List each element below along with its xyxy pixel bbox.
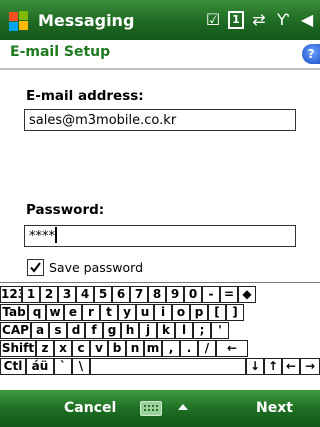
key[interactable]: c (72, 340, 90, 357)
key[interactable]: i (154, 304, 172, 321)
key[interactable]: d (67, 322, 85, 339)
key[interactable]: w (46, 304, 64, 321)
key[interactable]: 0 (184, 286, 202, 303)
key[interactable]: 3 (58, 286, 76, 303)
key[interactable]: Tab (0, 304, 28, 321)
key[interactable]: Ctl (0, 358, 26, 375)
cancel-softkey[interactable]: Cancel (64, 400, 116, 416)
key[interactable]: g (103, 322, 121, 339)
key[interactable]: p (190, 304, 208, 321)
key[interactable]: t (100, 304, 118, 321)
key[interactable]: / (198, 340, 216, 357)
key[interactable]: r (82, 304, 100, 321)
key[interactable]: z (36, 340, 54, 357)
key[interactable]: j (139, 322, 157, 339)
key[interactable]: m (144, 340, 162, 357)
key[interactable]: → (300, 358, 320, 375)
key[interactable]: ← (216, 340, 248, 357)
save-password-label: Save password (49, 260, 144, 275)
key[interactable]: n (126, 340, 144, 357)
keyboard-icon[interactable] (140, 401, 162, 416)
checkbox-icon[interactable]: ☑ (204, 11, 222, 29)
email-field[interactable]: sales@m3mobile.co.kr (24, 109, 296, 131)
sync-icon[interactable]: ⇄ (250, 11, 268, 29)
key[interactable]: 8 (148, 286, 166, 303)
key[interactable]: 4 (76, 286, 94, 303)
key[interactable]: - (202, 286, 220, 303)
key[interactable]: h (121, 322, 139, 339)
key[interactable]: 7 (130, 286, 148, 303)
key[interactable]: o (172, 304, 190, 321)
key[interactable]: b (108, 340, 126, 357)
key[interactable]: ' (211, 322, 229, 339)
subheader: E-mail Setup ? (0, 40, 320, 70)
email-value: sales@m3mobile.co.kr (29, 113, 177, 128)
key[interactable]: y (118, 304, 136, 321)
key[interactable]: [ (208, 304, 226, 321)
key[interactable]: \ (72, 358, 90, 375)
app-title: Messaging (38, 10, 135, 30)
password-label: Password: (26, 202, 105, 218)
key[interactable]: = (220, 286, 238, 303)
key[interactable]: 5 (94, 286, 112, 303)
key[interactable]: . (180, 340, 198, 357)
key[interactable]: 2 (40, 286, 58, 303)
help-icon[interactable]: ? (302, 44, 320, 64)
page-title: E-mail Setup (10, 44, 111, 60)
email-label: E-mail address: (26, 88, 144, 104)
save-password-checkbox[interactable] (27, 259, 44, 276)
key[interactable]: 9 (166, 286, 184, 303)
key[interactable]: 6 (112, 286, 130, 303)
key[interactable]: 1 (22, 286, 40, 303)
text-caret (55, 227, 57, 243)
key[interactable]: ] (226, 304, 244, 321)
softkey-bar: Cancel Next (0, 390, 320, 427)
key[interactable]: a (31, 322, 49, 339)
checkmark-icon (30, 262, 41, 273)
key[interactable]: ↑ (264, 358, 282, 375)
soft-keyboard: 1231234567890-=◆Tabqwertyuiop[]CAPasdfgh… (0, 282, 320, 391)
key[interactable]: , (162, 340, 180, 357)
volume-icon[interactable]: ◀ (298, 11, 316, 29)
next-softkey[interactable]: Next (256, 400, 293, 416)
key[interactable]: ↓ (246, 358, 264, 375)
key[interactable]: v (90, 340, 108, 357)
space-key[interactable] (90, 358, 246, 375)
input-menu-arrow-icon[interactable] (178, 404, 188, 410)
key[interactable]: s (49, 322, 67, 339)
one-icon[interactable]: 1 (228, 11, 244, 29)
key[interactable]: ◆ (238, 286, 256, 303)
signal-icon[interactable]: Ƴ (274, 11, 292, 29)
password-value: **** (29, 229, 55, 244)
key[interactable]: Shift (0, 340, 36, 357)
password-field[interactable]: **** (24, 225, 296, 247)
key[interactable]: x (54, 340, 72, 357)
key[interactable]: ; (193, 322, 211, 339)
key[interactable]: k (157, 322, 175, 339)
key[interactable]: áü (26, 358, 54, 375)
key[interactable]: e (64, 304, 82, 321)
key[interactable]: u (136, 304, 154, 321)
key[interactable]: f (85, 322, 103, 339)
windows-logo-icon[interactable] (0, 0, 34, 40)
title-bar: Messaging ☑ 1 ⇄ Ƴ ◀ (0, 0, 320, 40)
key[interactable]: q (28, 304, 46, 321)
key[interactable]: 123 (0, 286, 22, 303)
key[interactable]: l (175, 322, 193, 339)
key[interactable]: CAP (0, 322, 31, 339)
key[interactable]: ← (282, 358, 300, 375)
status-icons: ☑ 1 ⇄ Ƴ ◀ (204, 11, 320, 29)
key[interactable]: ` (54, 358, 72, 375)
